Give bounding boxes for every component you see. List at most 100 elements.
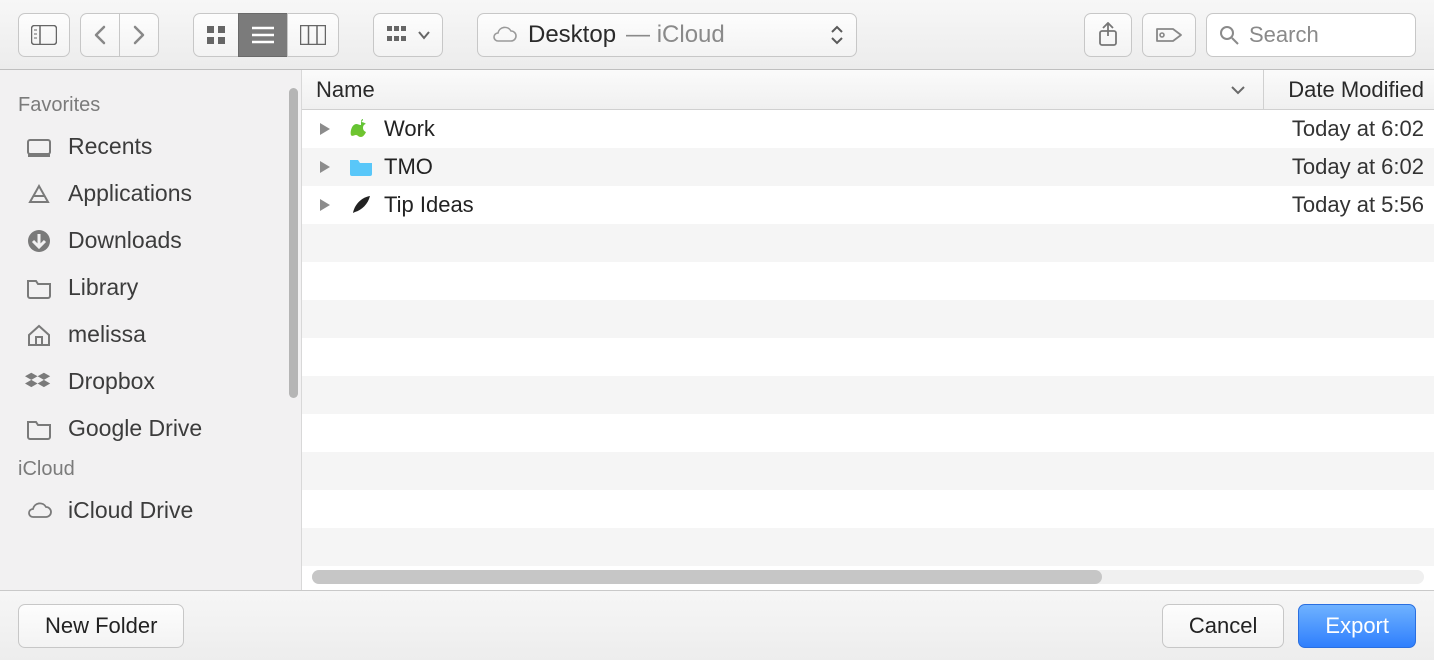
search-field[interactable]: Search [1206, 13, 1416, 57]
horizontal-scrollbar[interactable] [312, 570, 1424, 584]
share-button[interactable] [1084, 13, 1132, 57]
tag-icon [1155, 25, 1183, 45]
sidebar-item-recents[interactable]: Recents [0, 123, 301, 170]
folder-icon [24, 418, 54, 440]
view-segment [193, 13, 339, 57]
file-row [302, 338, 1434, 376]
toolbar: Desktop — iCloud Search [0, 0, 1434, 70]
sidebar-item-label: Recents [68, 133, 152, 160]
sidebar-item-dropbox[interactable]: Dropbox [0, 358, 301, 405]
column-name-label: Name [316, 77, 375, 103]
export-button[interactable]: Export [1298, 604, 1416, 648]
file-name: Work [384, 116, 1264, 142]
sidebar-item-applications[interactable]: Applications [0, 170, 301, 217]
file-pane: Name Date Modified WorkToday at 6:02TMOT… [302, 70, 1434, 590]
sidebar-item-label: Library [68, 274, 138, 301]
location-suffix: — iCloud [626, 21, 725, 49]
view-list-button[interactable] [238, 13, 287, 57]
sidebar-item-label: Dropbox [68, 368, 155, 395]
sidebar-item-label: melissa [68, 321, 146, 348]
sidebar-item-library[interactable]: Library [0, 264, 301, 311]
chevron-down-icon [418, 30, 430, 40]
file-row [302, 452, 1434, 490]
column-date[interactable]: Date Modified [1264, 77, 1434, 103]
forward-button[interactable] [119, 13, 159, 57]
folder-icon [24, 277, 54, 299]
file-name: Tip Ideas [384, 192, 1264, 218]
sidebar-section-favorites: Favorites [0, 88, 301, 123]
download-icon [24, 228, 54, 254]
file-row [302, 300, 1434, 338]
list-icon [251, 25, 275, 45]
sidebar-item-icloud-drive[interactable]: iCloud Drive [0, 487, 301, 534]
tags-button[interactable] [1142, 13, 1196, 57]
new-folder-label: New Folder [45, 613, 157, 639]
sidebar: Favorites Recents Applications Downloads Lib… [0, 70, 302, 590]
back-button[interactable] [80, 13, 119, 57]
stepper-icon [830, 25, 844, 45]
dropbox-icon [24, 370, 54, 394]
cancel-button[interactable]: Cancel [1162, 604, 1284, 648]
column-header: Name Date Modified [302, 70, 1434, 110]
horizontal-scroll-thumb[interactable] [312, 570, 1102, 584]
location-popup[interactable]: Desktop — iCloud [477, 13, 857, 57]
grid-icon [206, 25, 226, 45]
column-date-label: Date Modified [1288, 77, 1424, 102]
share-icon [1097, 22, 1119, 48]
file-date: Today at 5:56 [1264, 192, 1434, 218]
file-rows: WorkToday at 6:02TMOToday at 6:02Tip Ide… [302, 110, 1434, 590]
view-icon-button[interactable] [193, 13, 238, 57]
file-row[interactable]: TMOToday at 6:02 [302, 148, 1434, 186]
nav-segment [80, 13, 159, 57]
file-date: Today at 6:02 [1264, 154, 1434, 180]
toggle-sidebar-button[interactable] [18, 13, 70, 57]
sidebar-item-downloads[interactable]: Downloads [0, 217, 301, 264]
cloud-icon [490, 25, 518, 45]
sidebar-icon [31, 25, 57, 45]
location-name: Desktop [528, 21, 616, 49]
sidebar-item-google-drive[interactable]: Google Drive [0, 405, 301, 452]
apple-icon [346, 118, 376, 140]
group-icon [386, 25, 414, 45]
sidebar-item-melissa[interactable]: melissa [0, 311, 301, 358]
sidebar-item-label: iCloud Drive [68, 497, 193, 524]
disclosure-triangle-icon[interactable] [320, 199, 338, 211]
disclosure-triangle-icon[interactable] [320, 123, 338, 135]
view-column-button[interactable] [287, 13, 339, 57]
file-row [302, 528, 1434, 566]
file-row[interactable]: Tip IdeasToday at 5:56 [302, 186, 1434, 224]
file-row[interactable]: WorkToday at 6:02 [302, 110, 1434, 148]
file-date: Today at 6:02 [1264, 116, 1434, 142]
sidebar-item-label: Downloads [68, 227, 182, 254]
file-row [302, 414, 1434, 452]
cloud-icon [24, 501, 54, 521]
search-icon [1219, 25, 1239, 45]
search-placeholder: Search [1249, 22, 1319, 48]
file-row [302, 490, 1434, 528]
sidebar-item-label: Applications [68, 180, 192, 207]
chevron-right-icon [132, 25, 146, 45]
disclosure-triangle-icon[interactable] [320, 161, 338, 173]
sort-indicator-icon [1231, 85, 1245, 95]
feather-icon [346, 194, 376, 216]
file-row [302, 262, 1434, 300]
group-by-button[interactable] [373, 13, 443, 57]
new-folder-button[interactable]: New Folder [18, 604, 184, 648]
recents-icon [24, 136, 54, 158]
file-name: TMO [384, 154, 1264, 180]
bluefolder-icon [346, 157, 376, 177]
cancel-label: Cancel [1189, 613, 1257, 639]
sidebar-section-icloud: iCloud [0, 452, 301, 487]
export-label: Export [1325, 613, 1389, 639]
sidebar-scrollbar[interactable] [289, 88, 298, 398]
chevron-left-icon [93, 25, 107, 45]
columns-icon [300, 25, 326, 45]
body: Favorites Recents Applications Downloads Lib… [0, 70, 1434, 590]
app-icon [24, 182, 54, 206]
sidebar-item-label: Google Drive [68, 415, 202, 442]
footer: New Folder Cancel Export [0, 590, 1434, 660]
file-row [302, 224, 1434, 262]
home-icon [24, 323, 54, 347]
file-row [302, 376, 1434, 414]
column-name[interactable]: Name [302, 77, 1263, 103]
